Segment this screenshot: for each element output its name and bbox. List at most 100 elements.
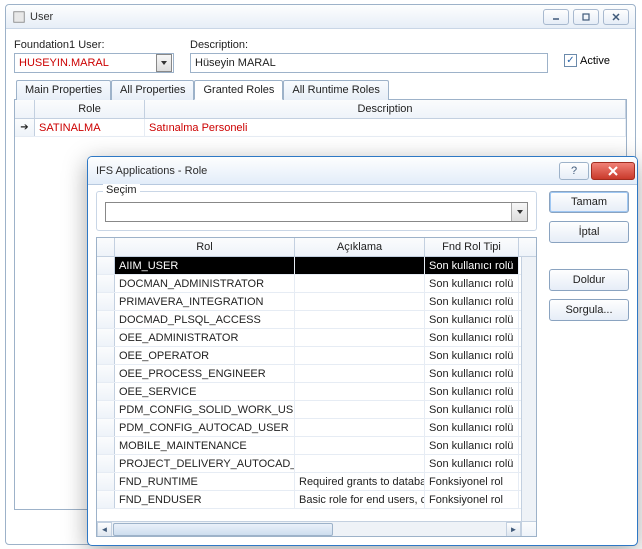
- column-header-rol[interactable]: Rol: [115, 238, 295, 256]
- row-header: [97, 293, 115, 310]
- column-header-fnd-rol-tipi[interactable]: Fnd Rol Tipi: [425, 238, 519, 256]
- cell-aciklama[interactable]: [295, 275, 425, 292]
- cell-fnd-rol-tipi[interactable]: Son kullanıcı rolü: [425, 437, 519, 454]
- cell-aciklama[interactable]: [295, 347, 425, 364]
- cell-fnd-rol-tipi[interactable]: Son kullanıcı rolü: [425, 383, 519, 400]
- cell-rol[interactable]: OEE_ADMINISTRATOR: [115, 329, 295, 346]
- tab-all-runtime-roles[interactable]: All Runtime Roles: [283, 80, 388, 100]
- user-field-label: Foundation1 User:: [14, 39, 174, 51]
- ok-button[interactable]: Tamam: [549, 191, 629, 213]
- user-field[interactable]: HUSEYIN.MARAL: [14, 53, 174, 73]
- table-row[interactable]: AIIM_USER Son kullanıcı rolü: [97, 257, 521, 275]
- cell-rol[interactable]: PRIMAVERA_INTEGRATION: [115, 293, 295, 310]
- vertical-scrollbar[interactable]: [521, 257, 536, 521]
- row-header: [97, 365, 115, 382]
- cell-fnd-rol-tipi[interactable]: Son kullanıcı rolü: [425, 419, 519, 436]
- tab-all-properties[interactable]: All Properties: [111, 80, 194, 100]
- close-button[interactable]: [603, 9, 629, 25]
- query-button[interactable]: Sorgula...: [549, 299, 629, 321]
- cell-rol[interactable]: DOCMAN_ADMINISTRATOR: [115, 275, 295, 292]
- table-row[interactable]: MOBILE_MAINTENANCE Son kullanıcı rolü: [97, 437, 521, 455]
- fill-button[interactable]: Doldur: [549, 269, 629, 291]
- active-checkbox[interactable]: ✓: [564, 54, 577, 67]
- tab-granted-roles[interactable]: Granted Roles: [194, 80, 283, 100]
- cancel-button[interactable]: İptal: [549, 221, 629, 243]
- table-row[interactable]: OEE_SERVICE Son kullanıcı rolü: [97, 383, 521, 401]
- minimize-button[interactable]: [543, 9, 569, 25]
- cell-fnd-rol-tipi[interactable]: Son kullanıcı rolü: [425, 455, 519, 472]
- grid-corner: [97, 238, 115, 256]
- cell-aciklama[interactable]: [295, 257, 425, 274]
- cell-rol[interactable]: PROJECT_DELIVERY_AUTOCAD_U: [115, 455, 295, 472]
- table-row[interactable]: FND_ENDUSER Basic role for end users, co…: [97, 491, 521, 509]
- cell-fnd-rol-tipi[interactable]: Fonksiyonel rol: [425, 491, 519, 508]
- cell-rol[interactable]: OEE_PROCESS_ENGINEER: [115, 365, 295, 382]
- table-row[interactable]: OEE_ADMINISTRATOR Son kullanıcı rolü: [97, 329, 521, 347]
- cell-aciklama[interactable]: [295, 311, 425, 328]
- cell-rol[interactable]: OEE_OPERATOR: [115, 347, 295, 364]
- table-row[interactable]: DOCMAN_ADMINISTRATOR Son kullanıcı rolü: [97, 275, 521, 293]
- cell-aciklama[interactable]: Basic role for end users, contai: [295, 491, 425, 508]
- cell-rol[interactable]: FND_ENDUSER: [115, 491, 295, 508]
- role-dialog-titlebar[interactable]: IFS Applications - Role ?: [88, 157, 637, 185]
- table-row[interactable]: DOCMAD_PLSQL_ACCESS Son kullanıcı rolü: [97, 311, 521, 329]
- scroll-left-button[interactable]: ◄: [97, 522, 112, 537]
- column-header-role[interactable]: Role: [35, 100, 145, 118]
- dialog-close-button[interactable]: [591, 162, 635, 180]
- cell-rol[interactable]: DOCMAD_PLSQL_ACCESS: [115, 311, 295, 328]
- cell-rol[interactable]: PDM_CONFIG_SOLID_WORK_USE: [115, 401, 295, 418]
- horizontal-scrollbar[interactable]: ◄ ►: [97, 521, 536, 536]
- cell-role[interactable]: SATINALMA: [35, 119, 145, 136]
- cell-aciklama[interactable]: [295, 293, 425, 310]
- maximize-button[interactable]: [573, 9, 599, 25]
- cell-fnd-rol-tipi[interactable]: Son kullanıcı rolü: [425, 329, 519, 346]
- cell-aciklama[interactable]: [295, 329, 425, 346]
- cell-aciklama[interactable]: [295, 401, 425, 418]
- cell-aciklama[interactable]: [295, 455, 425, 472]
- description-field[interactable]: Hüseyin MARAL: [190, 53, 548, 73]
- cell-fnd-rol-tipi[interactable]: Son kullanıcı rolü: [425, 293, 519, 310]
- roles-grid[interactable]: Rol Açıklama Fnd Rol Tipi AIIM_USER Son …: [96, 237, 537, 537]
- table-row[interactable]: PROJECT_DELIVERY_AUTOCAD_U Son kullanıcı…: [97, 455, 521, 473]
- cell-aciklama[interactable]: [295, 365, 425, 382]
- row-header-corner: [15, 100, 35, 118]
- tab-main-properties[interactable]: Main Properties: [16, 80, 111, 100]
- cell-rol[interactable]: AIIM_USER: [115, 257, 295, 274]
- cell-fnd-rol-tipi[interactable]: Son kullanıcı rolü: [425, 365, 519, 382]
- user-window-titlebar[interactable]: User: [6, 5, 635, 29]
- selection-combobox[interactable]: [105, 202, 528, 222]
- cell-aciklama[interactable]: [295, 383, 425, 400]
- table-row[interactable]: ➔ SATINALMA Satınalma Personeli: [15, 119, 626, 137]
- scroll-right-button[interactable]: ►: [506, 522, 521, 537]
- column-header-description[interactable]: Description: [145, 100, 626, 118]
- help-button[interactable]: ?: [559, 162, 589, 180]
- cell-fnd-rol-tipi[interactable]: Son kullanıcı rolü: [425, 401, 519, 418]
- user-dropdown-button[interactable]: [156, 54, 172, 72]
- cell-rol[interactable]: PDM_CONFIG_AUTOCAD_USER: [115, 419, 295, 436]
- cell-rol[interactable]: FND_RUNTIME: [115, 473, 295, 490]
- cell-fnd-rol-tipi[interactable]: Son kullanıcı rolü: [425, 275, 519, 292]
- cell-aciklama[interactable]: [295, 419, 425, 436]
- cell-fnd-rol-tipi[interactable]: Son kullanıcı rolü: [425, 257, 519, 274]
- table-row[interactable]: PDM_CONFIG_AUTOCAD_USER Son kullanıcı ro…: [97, 419, 521, 437]
- scrollbar-corner: [521, 522, 536, 536]
- cell-rol[interactable]: OEE_SERVICE: [115, 383, 295, 400]
- cell-fnd-rol-tipi[interactable]: Son kullanıcı rolü: [425, 347, 519, 364]
- column-header-aciklama[interactable]: Açıklama: [295, 238, 425, 256]
- cell-description[interactable]: Satınalma Personeli: [145, 119, 626, 136]
- cell-aciklama[interactable]: Required grants to database ob: [295, 473, 425, 490]
- scroll-track[interactable]: [112, 522, 506, 536]
- row-header: [97, 455, 115, 472]
- table-row[interactable]: OEE_PROCESS_ENGINEER Son kullanıcı rolü: [97, 365, 521, 383]
- table-row[interactable]: PRIMAVERA_INTEGRATION Son kullanıcı rolü: [97, 293, 521, 311]
- scroll-thumb[interactable]: [113, 523, 333, 536]
- table-row[interactable]: PDM_CONFIG_SOLID_WORK_USE Son kullanıcı …: [97, 401, 521, 419]
- table-row[interactable]: OEE_OPERATOR Son kullanıcı rolü: [97, 347, 521, 365]
- selection-dropdown-button[interactable]: [511, 203, 527, 221]
- table-row[interactable]: FND_RUNTIME Required grants to database …: [97, 473, 521, 491]
- cell-fnd-rol-tipi[interactable]: Fonksiyonel rol: [425, 473, 519, 490]
- row-header: [97, 491, 115, 508]
- cell-rol[interactable]: MOBILE_MAINTENANCE: [115, 437, 295, 454]
- cell-fnd-rol-tipi[interactable]: Son kullanıcı rolü: [425, 311, 519, 328]
- cell-aciklama[interactable]: [295, 437, 425, 454]
